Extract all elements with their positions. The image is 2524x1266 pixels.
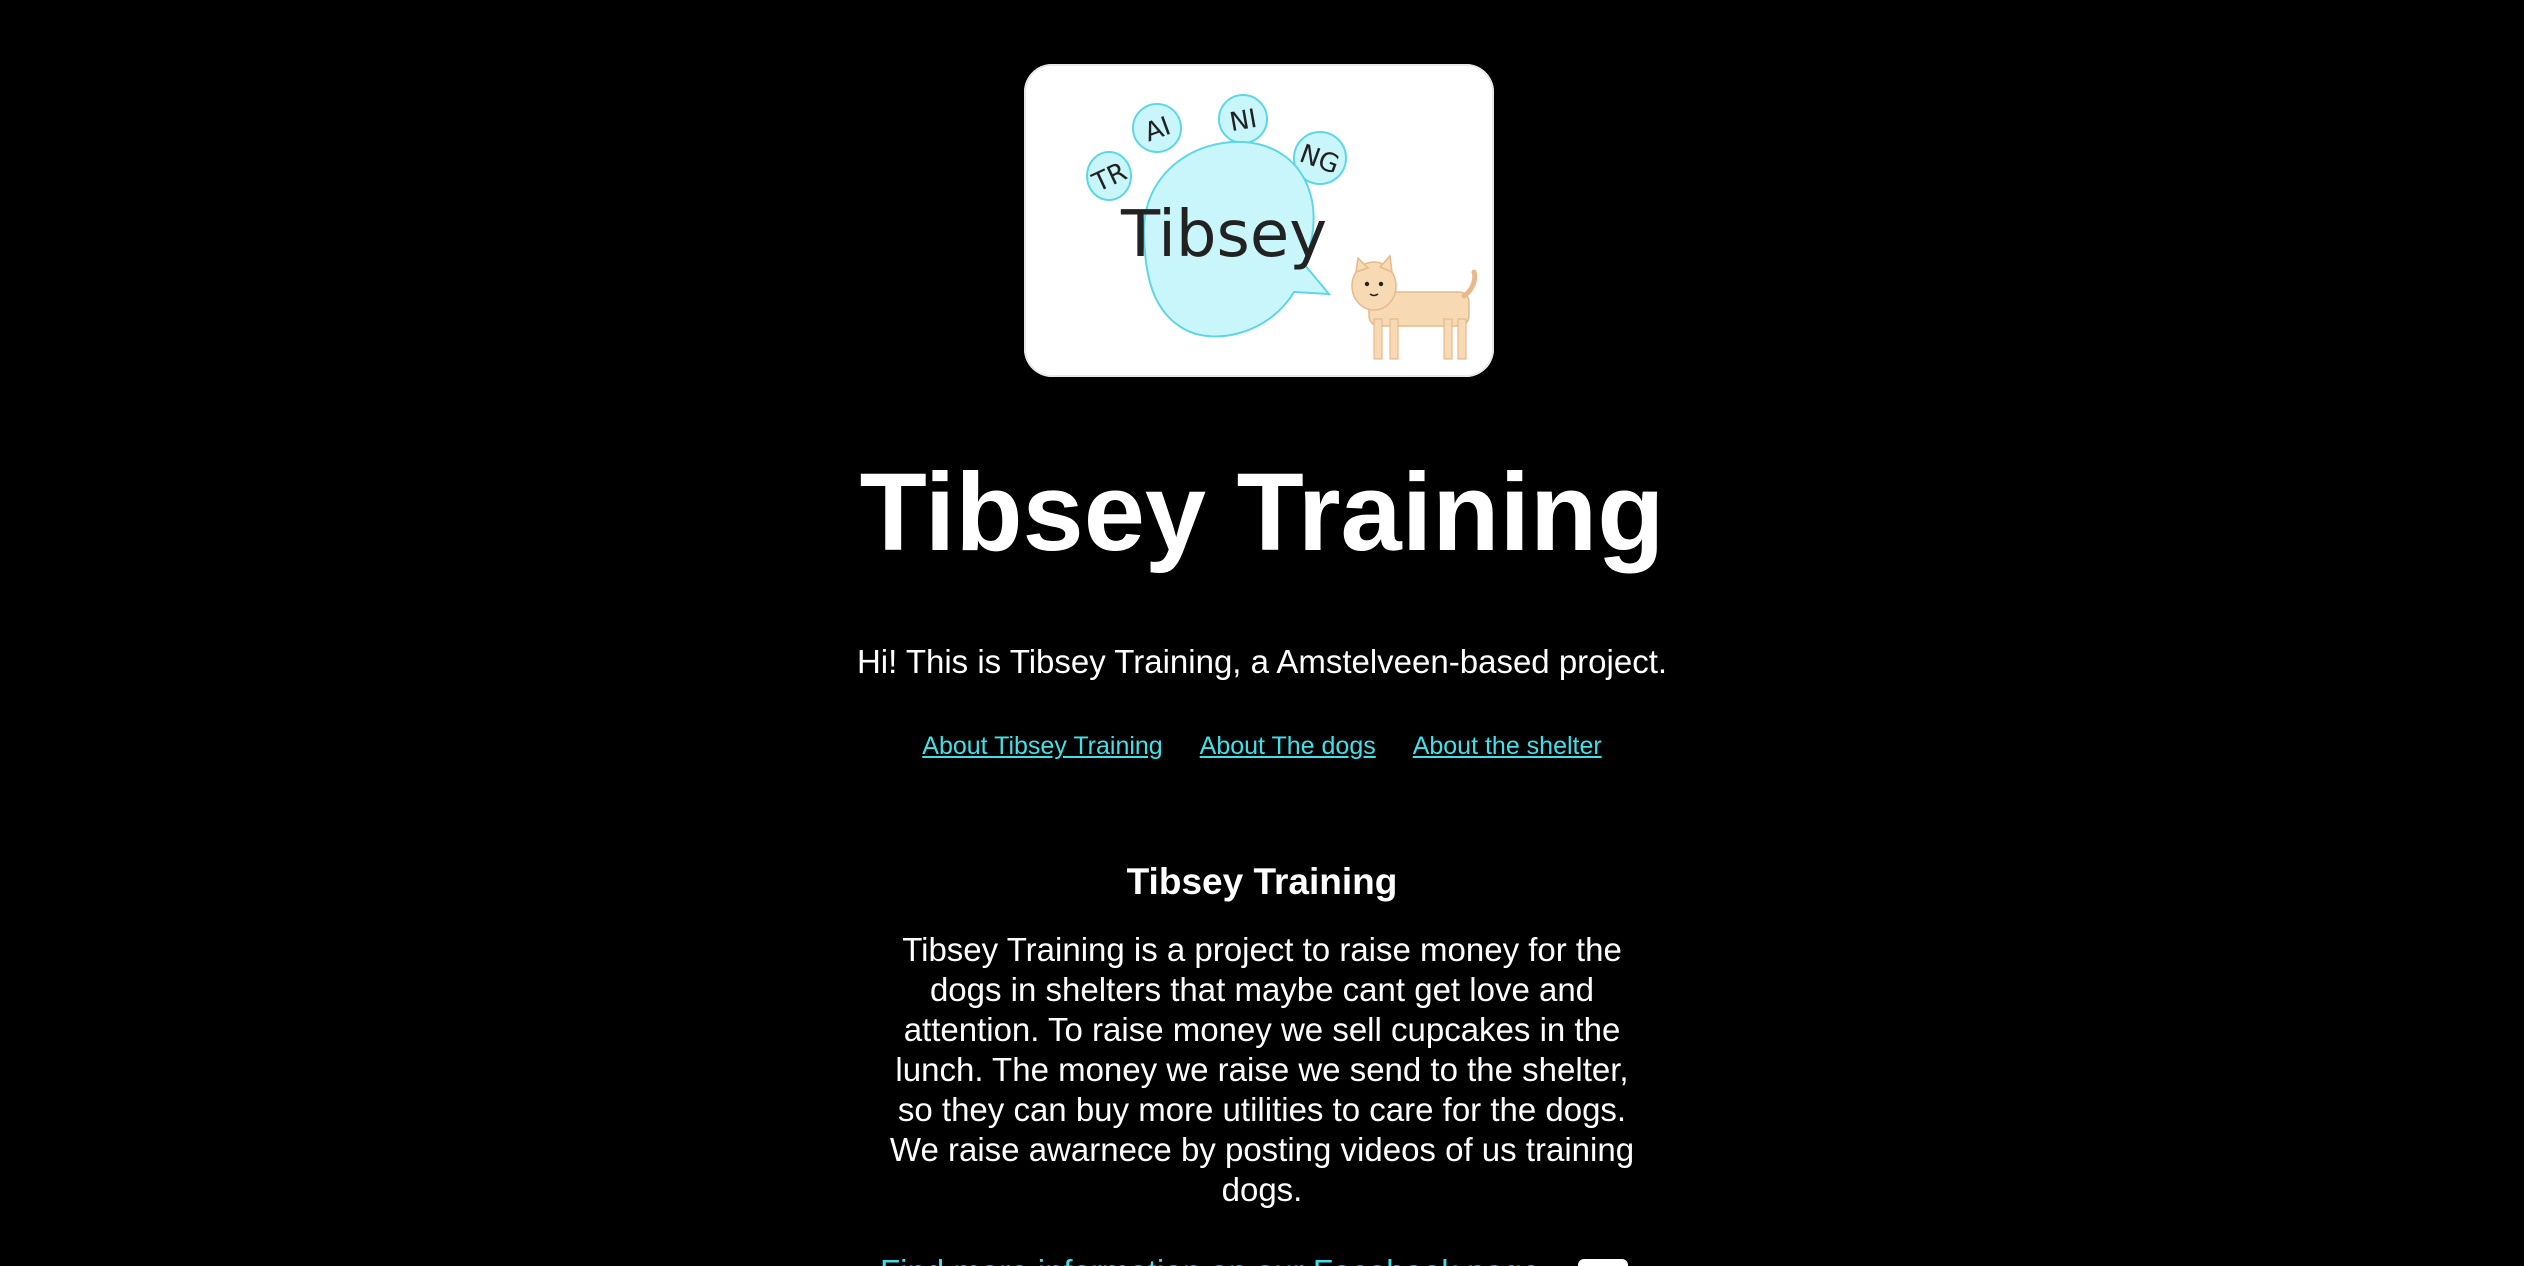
page: TR AI NI NG Tibsey Tibsey Training Hi! T… (0, 0, 2524, 1266)
dog-icon (1351, 254, 1478, 360)
more-info-link[interactable]: Find more information on our Facebook pa… (880, 1253, 1540, 1266)
section-body: Tibsey Training is a project to raise mo… (889, 931, 1635, 1208)
site-title: Tibsey Training (859, 451, 1665, 574)
tibsey-logo-image: TR AI NI NG Tibsey (1086, 94, 1478, 360)
facebook-icon[interactable] (1577, 1259, 1628, 1266)
nav-links: About Tibsey Training About The dogs Abo… (0, 728, 2524, 764)
nav-link-about-the-shelter[interactable]: About the shelter (1413, 732, 1602, 760)
more-info-row: Find more information on our Facebook pa… (880, 1252, 1644, 1266)
nav-link-about-the-dogs[interactable]: About The dogs (1200, 732, 1376, 760)
logo: TR AI NI NG Tibsey (1024, 64, 1494, 377)
intro-text: Hi! This is Tibsey Training, a Amstelvee… (856, 643, 1668, 680)
logo-name: Tibsey (1120, 198, 1327, 272)
paw-letter-3: NI (1227, 104, 1259, 138)
nav-link-about-tibsey-training[interactable]: About Tibsey Training (922, 732, 1162, 760)
section-title: Tibsey Training (1126, 861, 1398, 902)
